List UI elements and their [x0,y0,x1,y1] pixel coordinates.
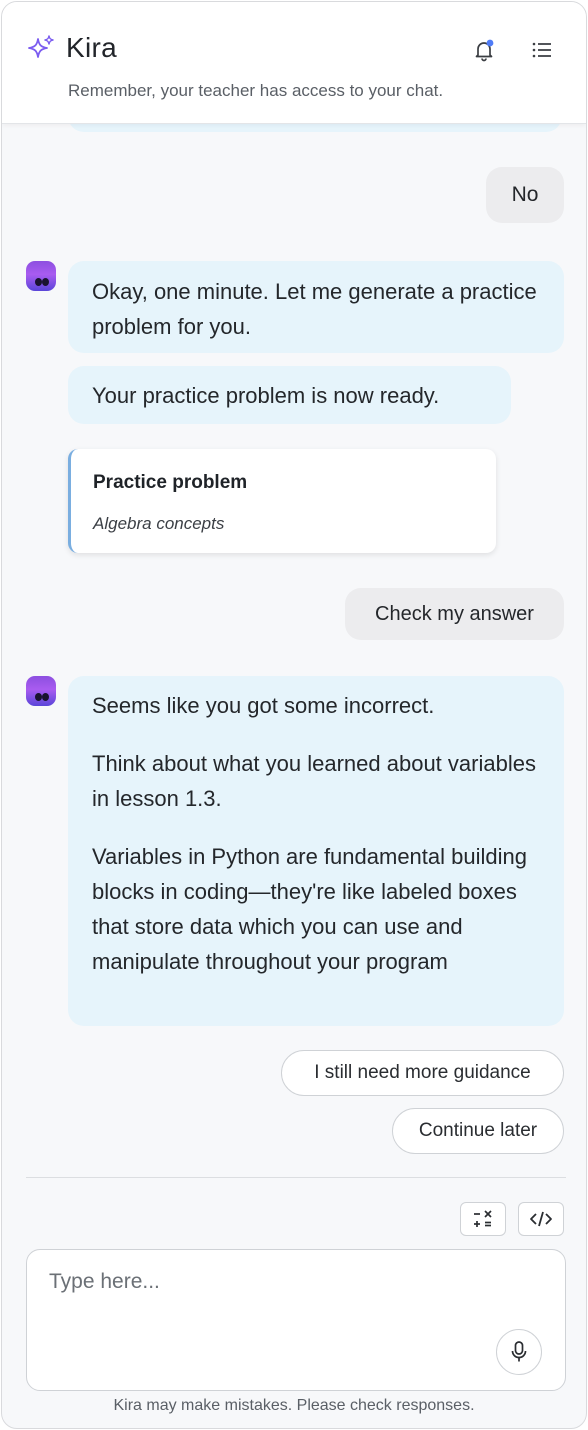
continue-later-button[interactable]: Continue later [392,1108,564,1154]
continue-later-label: Continue later [418,1120,538,1141]
more-guidance-button[interactable]: I still need more guidance [281,1050,564,1096]
menu-button[interactable] [528,36,556,64]
code-button[interactable] [518,1202,564,1236]
assistant-message: Seems like you got some incorrect. Think… [68,676,564,1026]
user-message-text: Check my answer [375,602,534,625]
sparkle-icon [28,35,54,58]
code-icon [530,1211,552,1227]
assistant-message-text: Your practice problem is now ready. [92,383,440,408]
chat-panel: Kira Remember, your teacher has access t… [1,1,587,1429]
message-list[interactable]: No Okay, one minute. Let me generate a p… [2,114,586,1176]
user-message-text: No [511,183,539,206]
card-subtitle: Algebra concepts [93,514,225,533]
list-menu-icon [532,42,551,58]
assistant-message: Your practice problem is now ready. [68,366,511,424]
notifications-button[interactable] [470,36,498,64]
ai-disclaimer: Kira may make mistakes. Please check res… [113,1397,475,1414]
app-title: Kira [66,32,117,63]
practice-problem-card[interactable]: Practice problem Algebra concepts [68,449,496,553]
assistant-paragraph: Seems like you got some incorrect. [92,693,435,718]
assistant-paragraph: Think about what you learned about varia… [92,751,536,811]
assistant-message: Okay, one minute. Let me generate a prac… [68,261,564,353]
user-message: Check my answer [345,588,564,640]
message-input[interactable] [49,1270,489,1330]
assistant-message-text: Okay, one minute. Let me generate a prac… [92,279,537,339]
brand: Kira [26,32,117,64]
microphone-icon [511,1341,527,1362]
more-guidance-label: I still need more guidance [314,1062,531,1083]
kira-avatar [26,261,56,291]
calculator-button[interactable] [460,1202,506,1236]
composer-divider [26,1177,566,1178]
teacher-access-notice: Remember, your teacher has access to you… [68,81,444,100]
calculator-icon [474,1210,492,1227]
chat-header: Kira Remember, your teacher has access t… [2,2,586,124]
assistant-paragraph: Variables in Python are fundamental buil… [92,844,527,974]
microphone-button[interactable] [496,1329,542,1375]
card-title: Practice problem [93,472,248,493]
user-message: No [486,167,564,223]
bell-icon [475,39,494,62]
message-composer [26,1249,566,1391]
kira-avatar [26,676,56,706]
